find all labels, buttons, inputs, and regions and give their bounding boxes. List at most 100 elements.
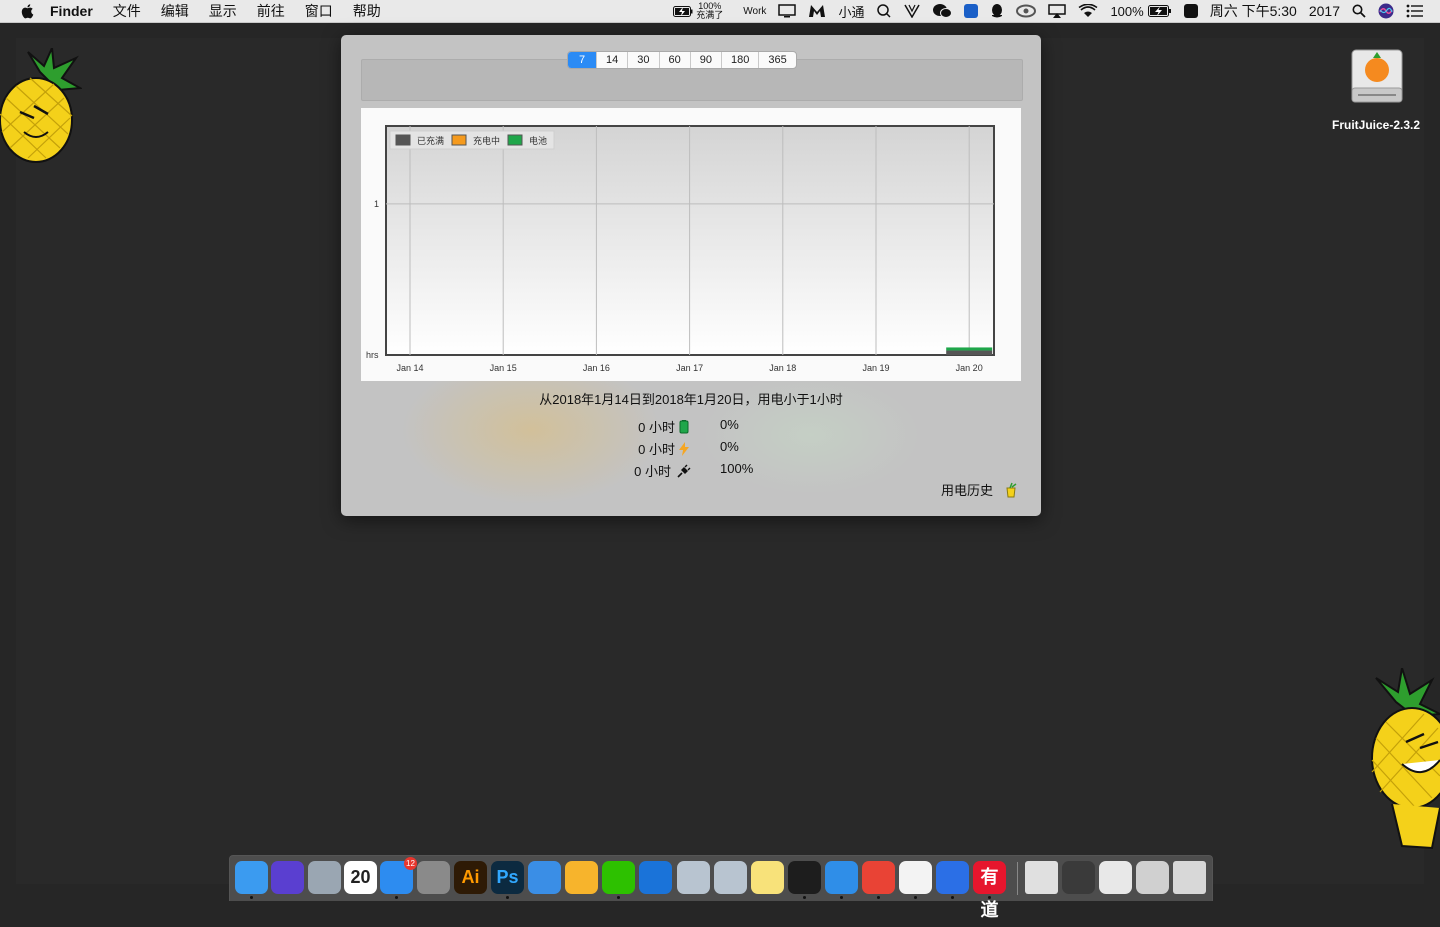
dock-safari-icon[interactable]	[528, 861, 561, 894]
y-tick-label: 1	[374, 199, 379, 209]
dock-siri-icon[interactable]	[271, 861, 304, 894]
dock-calendar-icon[interactable]: 20	[344, 861, 377, 894]
x-tick-label: Jan 14	[396, 363, 423, 373]
legend-label: 充电中	[473, 135, 500, 146]
menu-clock[interactable]: 周六 下午5:30	[1210, 1, 1297, 21]
menu-go[interactable]: 前往	[257, 1, 285, 21]
dock-running-indicator	[506, 896, 509, 899]
x-tick-label: Jan 20	[956, 363, 983, 373]
menu-app-finder[interactable]: Finder	[50, 3, 93, 19]
qq-icon[interactable]	[990, 3, 1004, 19]
battery-percent[interactable]: 100%	[1110, 4, 1143, 19]
dock-screenshot-1-icon[interactable]	[1062, 861, 1095, 894]
dock-xcode-tool-1-icon[interactable]	[677, 861, 710, 894]
menu-help[interactable]: 帮助	[353, 1, 381, 21]
y-axis-label: hrs	[366, 350, 379, 360]
dock-running-indicator	[914, 896, 917, 899]
airplay-icon[interactable]	[1048, 4, 1067, 18]
usage-summary: 从2018年1月14日到2018年1月20日，用电小于1小时	[539, 392, 843, 407]
range-60-button[interactable]: 60	[660, 52, 691, 68]
range-14-button[interactable]: 14	[597, 52, 629, 68]
range-30-button[interactable]: 30	[628, 52, 660, 68]
range-90-button[interactable]: 90	[691, 52, 722, 68]
range-180-button[interactable]: 180	[722, 52, 760, 68]
battery-icon	[679, 419, 689, 433]
stat-hours: 0 小时	[638, 442, 675, 457]
notification-center-icon[interactable]	[1406, 4, 1424, 18]
spotlight-icon[interactable]	[1352, 4, 1366, 18]
dock-notes-icon[interactable]	[751, 861, 784, 894]
search-lens-icon[interactable]	[876, 4, 892, 18]
dock-system-preferences-icon[interactable]	[417, 861, 450, 894]
wechat-icon[interactable]	[932, 3, 953, 19]
dock-running-indicator	[988, 896, 991, 899]
xiaotong-label[interactable]: 小通	[838, 2, 864, 21]
bar-segment	[946, 347, 993, 351]
malwarebytes-icon[interactable]	[808, 4, 826, 18]
dock-sketch-icon[interactable]	[565, 861, 598, 894]
dock-running-indicator	[877, 896, 880, 899]
usage-history-link[interactable]: 用电历史	[941, 480, 1019, 499]
usage-chart: Jan 14 Jan 15 Jan 16 Jan 17 Jan 18 Jan 19 Jan …	[361, 108, 1021, 381]
battery-charging-icon	[673, 5, 693, 17]
dock-chrome-icon[interactable]	[862, 861, 895, 894]
dock-wechat-icon[interactable]	[602, 861, 635, 894]
pineapple-mascot-bottom-right	[1371, 668, 1440, 850]
fruitjuice-popup: 7 14 30 60 90 180 365 Jan 14 Jan 15 Jan 16…	[341, 35, 1041, 516]
dock-document-icon[interactable]	[1025, 861, 1058, 894]
dock-textedit-icon[interactable]	[899, 861, 932, 894]
dock-teamviewer-icon[interactable]	[639, 861, 672, 894]
menu-year[interactable]: 2017	[1309, 3, 1340, 19]
stat-percent: 0%	[720, 417, 739, 432]
vector-icon[interactable]	[904, 4, 921, 18]
apple-icon[interactable]	[20, 3, 36, 19]
work-label[interactable]: Work	[743, 6, 766, 17]
dock-youdao-icon[interactable]: 有道	[973, 861, 1006, 920]
nvidia-icon[interactable]	[1016, 4, 1037, 18]
range-7-button[interactable]: 7	[568, 52, 597, 68]
dock-trash-icon[interactable]	[1173, 861, 1206, 894]
battery-bottom-text: 充满了	[696, 10, 724, 20]
dock-app-store-icon[interactable]: 12	[380, 857, 417, 894]
dock-photoshop-icon[interactable]: Ps	[491, 861, 524, 894]
dock-running-indicator	[395, 896, 398, 899]
dock-running-indicator	[250, 896, 253, 899]
dock-baidu-netdisk-icon[interactable]	[936, 861, 969, 894]
legend-swatch	[395, 134, 411, 146]
x-tick-label: Jan 19	[862, 363, 889, 373]
x-tick-label: Jan 17	[676, 363, 703, 373]
dock-screenshot-3-icon[interactable]	[1136, 861, 1169, 894]
menu-window[interactable]: 窗口	[305, 1, 333, 21]
menu-file[interactable]: 文件	[113, 1, 141, 21]
x-tick-label: Jan 16	[583, 363, 610, 373]
dock-screenshot-2-icon[interactable]	[1099, 861, 1132, 894]
stat-hours: 0 小时	[634, 464, 671, 479]
stat-hours: 0 小时	[638, 420, 675, 435]
display-icon[interactable]	[778, 4, 797, 18]
legend-swatch	[507, 134, 523, 146]
dock-launchpad-icon[interactable]	[308, 861, 341, 894]
battery-icon[interactable]	[1147, 5, 1172, 17]
bar-segment	[946, 350, 993, 355]
legend-label: 电池	[529, 135, 547, 146]
dock-illustrator-icon[interactable]: Ai	[454, 861, 487, 894]
wifi-icon[interactable]	[1078, 4, 1098, 18]
dock-xcode-tool-2-icon[interactable]	[714, 861, 747, 894]
dock-icloud-icon[interactable]	[825, 861, 858, 894]
dock-running-indicator	[951, 896, 954, 899]
teamviewer-tray-icon[interactable]	[964, 4, 979, 18]
menu-view[interactable]: 显示	[209, 1, 237, 21]
range-365-button[interactable]: 365	[759, 52, 795, 68]
siri-icon[interactable]	[1378, 3, 1394, 19]
dock-running-indicator	[803, 896, 806, 899]
x-tick-label: Jan 18	[769, 363, 796, 373]
menu-edit[interactable]: 编辑	[161, 1, 189, 21]
fruitjuice-status[interactable]: 100% 充满了	[673, 2, 731, 20]
fruitjuice-drive-icon[interactable]	[1346, 46, 1408, 113]
scrobbles-icon[interactable]	[1183, 4, 1198, 18]
usage-history-label: 用电历史	[940, 483, 993, 498]
dock-qq-icon[interactable]	[788, 861, 821, 894]
lightning-icon	[679, 441, 689, 456]
plug-icon	[677, 464, 691, 478]
dock-finder-icon[interactable]	[235, 861, 268, 894]
